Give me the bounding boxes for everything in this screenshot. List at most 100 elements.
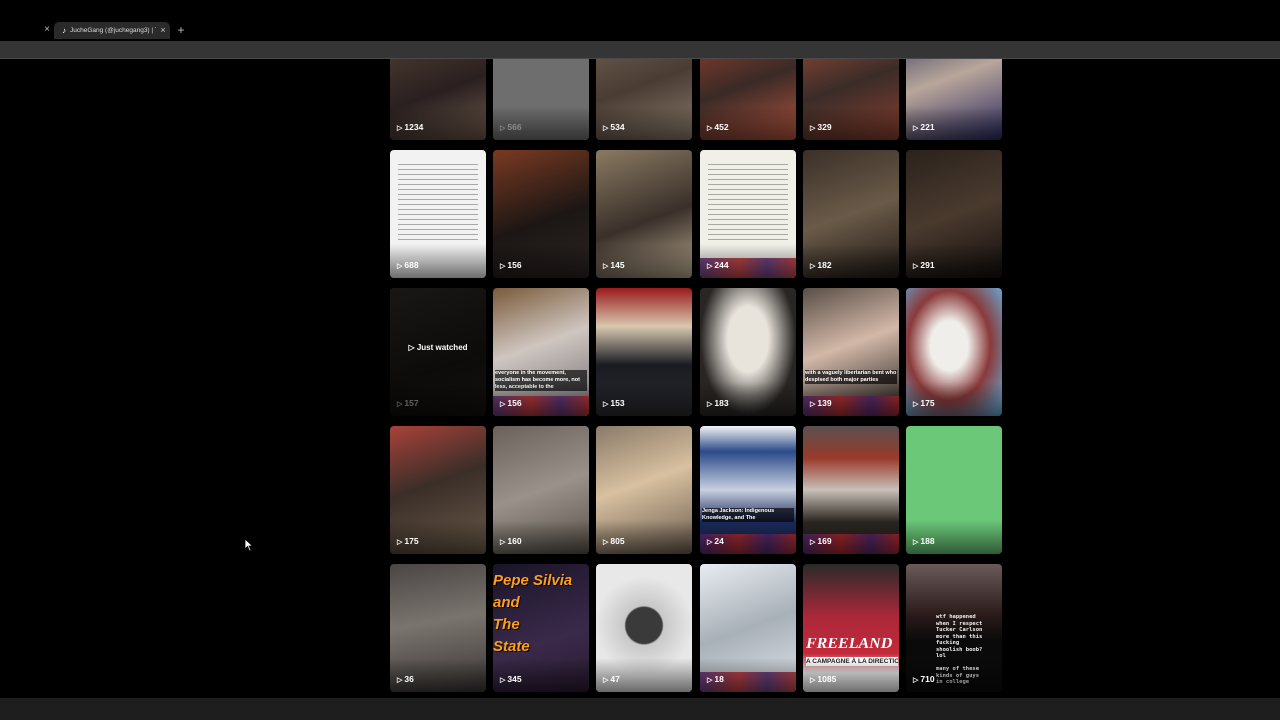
play-icon: ▷: [810, 263, 816, 270]
video-tile[interactable]: ▷ 156: [493, 150, 589, 278]
play-icon: ▷: [500, 401, 506, 408]
view-count: ▷ 566: [500, 122, 522, 134]
video-tile[interactable]: Pepe Silvia and The State ▷ 345: [493, 564, 589, 692]
video-tile[interactable]: ▷ Just watched ▷ 157: [390, 288, 486, 416]
view-count-number: 36: [404, 674, 414, 684]
video-tile[interactable]: ▷ 805: [596, 426, 692, 554]
view-count: ▷ 24: [707, 536, 724, 548]
play-icon: ▷: [707, 125, 713, 132]
video-tile[interactable]: ▷ 452: [700, 59, 796, 140]
view-count: ▷ 221: [913, 122, 935, 134]
video-tile[interactable]: ▷ 153: [596, 288, 692, 416]
view-count: ▷ 156: [500, 260, 522, 272]
view-count-number: 169: [817, 536, 832, 546]
video-tile[interactable]: FREELANDA CAMPAGNE À LA DIRECTION▷1085: [803, 564, 899, 692]
view-count: ▷ 534: [603, 122, 625, 134]
video-tile[interactable]: ▷ 244: [700, 150, 796, 278]
video-tile[interactable]: ▷ 175: [906, 288, 1002, 416]
video-tile[interactable]: ▷ 169: [803, 426, 899, 554]
play-icon: ▷: [913, 539, 919, 546]
play-icon: ▷: [500, 125, 506, 132]
video-tile[interactable]: with a vaguely libertarian bent who desp…: [803, 288, 899, 416]
view-count-number: 183: [714, 398, 729, 408]
view-count-number: 156: [507, 398, 522, 408]
video-tile[interactable]: ▷ 688: [390, 150, 486, 278]
view-count-number: 566: [507, 122, 522, 132]
thumbnail-title: FREELAND: [806, 638, 893, 650]
play-icon: ▷: [500, 539, 506, 546]
mouse-cursor-icon: [244, 538, 254, 552]
tab-close-icon[interactable]: ×: [158, 25, 168, 36]
video-tile[interactable]: ▷ 145: [596, 150, 692, 278]
view-count: ▷ 139: [810, 398, 832, 410]
tiktok-icon: ♪: [62, 26, 66, 35]
video-tile[interactable]: Jenga Jackson: Indigenous Knowledge, and…: [700, 426, 796, 554]
video-tile[interactable]: ▷ 175: [390, 426, 486, 554]
play-icon: ▷: [913, 125, 919, 132]
video-tile[interactable]: ▷ 18: [700, 564, 796, 692]
video-tile[interactable]: ▷ 291: [906, 150, 1002, 278]
view-count-number: 153: [610, 398, 625, 408]
video-tile[interactable]: ▷ 36: [390, 564, 486, 692]
video-tile[interactable]: ▷ 47: [596, 564, 692, 692]
video-tile[interactable]: ▷ 160: [493, 426, 589, 554]
view-count: ▷ 291: [913, 260, 935, 272]
view-count-number: 1085: [817, 674, 837, 684]
view-count-number: 291: [920, 260, 935, 270]
view-count: ▷ 47: [603, 674, 620, 686]
play-icon: ▷: [707, 677, 713, 684]
view-count-number: 221: [920, 122, 935, 132]
view-count: ▷ 156: [500, 398, 522, 410]
play-icon: ▷: [707, 539, 713, 546]
video-tile[interactable]: ▷ 182: [803, 150, 899, 278]
browser-tabstrip: × ♪ JucheGang (@juchegang3) | TikTo × +: [0, 0, 1280, 41]
video-tile[interactable]: alism 79▷566: [493, 59, 589, 140]
view-count-number: 688: [404, 260, 419, 270]
play-icon: ▷: [500, 677, 506, 684]
new-tab-button[interactable]: +: [175, 23, 187, 37]
view-count: ▷ 188: [913, 536, 935, 548]
video-tile[interactable]: ▷ 221: [906, 59, 1002, 140]
play-icon: ▷: [603, 263, 609, 270]
play-icon: ▷: [397, 539, 403, 546]
view-count: ▷ 18: [707, 674, 724, 686]
view-count: ▷ 183: [707, 398, 729, 410]
view-count: ▷ 169: [810, 536, 832, 548]
play-icon: ▷: [397, 401, 403, 408]
view-count-number: 452: [714, 122, 729, 132]
view-count: ▷ 244: [707, 260, 729, 272]
close-icon[interactable]: ×: [41, 23, 53, 37]
document-thumbnail: [398, 164, 478, 242]
video-tile[interactable]: wtf happened when I respect Tucker Carls…: [906, 564, 1002, 692]
video-tile[interactable]: ▷ 534: [596, 59, 692, 140]
video-tile[interactable]: ▷ 183: [700, 288, 796, 416]
thumbnail-title: Pepe Silvia and The State: [493, 572, 573, 655]
view-count-number: 156: [507, 260, 522, 270]
view-count: ▷ 1085: [810, 674, 836, 686]
play-icon: ▷: [810, 401, 816, 408]
browser-tab[interactable]: ♪ JucheGang (@juchegang3) | TikTo ×: [54, 22, 170, 39]
play-icon: ▷: [913, 263, 919, 270]
watched-dim: [390, 288, 486, 416]
view-count-number: 345: [507, 674, 522, 684]
video-tile[interactable]: everyone in the movement, socialism has …: [493, 288, 589, 416]
play-icon: ▷: [397, 125, 403, 132]
video-tile[interactable]: ▷ 329: [803, 59, 899, 140]
view-count: ▷ 145: [603, 260, 625, 272]
view-count-number: 47: [610, 674, 620, 684]
just-watched-label: ▷ Just watched: [408, 343, 468, 352]
play-icon: ▷: [603, 401, 609, 408]
view-count: ▷ 175: [397, 536, 419, 548]
view-count: ▷ 345: [500, 674, 522, 686]
play-icon: ▷: [397, 677, 403, 684]
play-icon: ▷: [397, 263, 403, 270]
view-count: ▷ 182: [810, 260, 832, 272]
play-icon: ▷: [810, 125, 816, 132]
play-icon: ▷: [500, 263, 506, 270]
play-icon: ▷: [707, 401, 713, 408]
video-tile[interactable]: ▷ 1234: [390, 59, 486, 140]
view-count-number: 24: [714, 536, 724, 546]
bottom-bar: [0, 698, 1280, 720]
video-tile[interactable]: ▷ 188: [906, 426, 1002, 554]
tab-title: JucheGang (@juchegang3) | TikTo: [70, 27, 156, 34]
